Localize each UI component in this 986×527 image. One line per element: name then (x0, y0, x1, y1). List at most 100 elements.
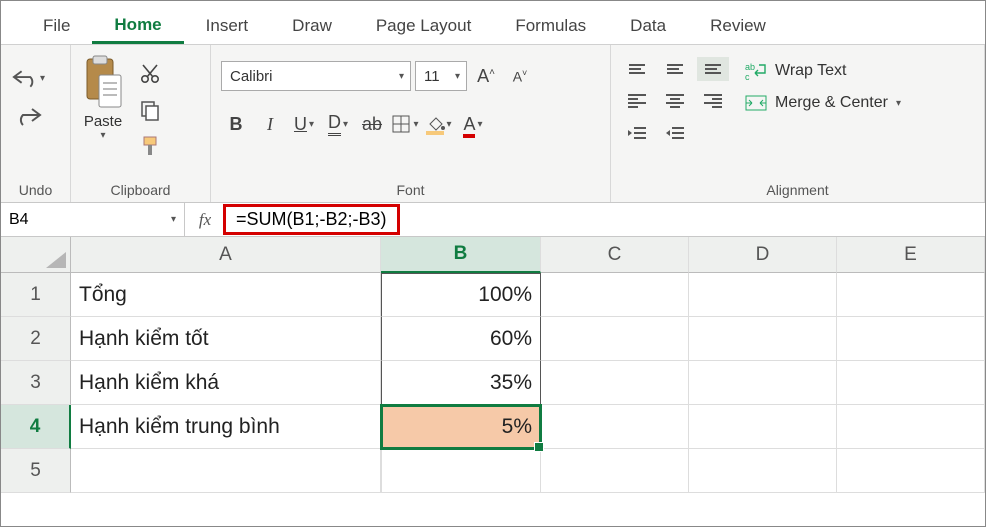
underline-icon: U (294, 114, 307, 135)
strikethrough-icon: ab (362, 114, 382, 135)
format-painter-button[interactable] (133, 131, 167, 161)
row-header-4[interactable]: 4 (1, 405, 71, 449)
font-name-value: Calibri (230, 68, 273, 85)
chevron-down-icon: ▾ (171, 214, 176, 225)
cell-B4[interactable]: 5% (381, 405, 541, 449)
cell-B1[interactable]: 100% (381, 273, 541, 317)
col-header-B[interactable]: B (381, 237, 541, 273)
cell-C4[interactable] (541, 405, 689, 449)
cell-A1[interactable]: Tổng (71, 273, 381, 317)
align-top-icon (629, 64, 645, 74)
strikethrough-button[interactable]: ab (357, 109, 387, 139)
chevron-down-icon[interactable]: ▾ (100, 130, 105, 141)
tab-formulas[interactable]: Formulas (493, 6, 608, 44)
row-header-2[interactable]: 2 (1, 317, 71, 361)
fill-color-button[interactable]: ▾ (425, 109, 455, 139)
undo-button[interactable]: ▾ (11, 63, 45, 93)
bold-button[interactable]: B (221, 109, 251, 139)
copy-button[interactable] (133, 95, 167, 125)
cell-A4[interactable]: Hạnh kiểm trung bình (71, 405, 381, 449)
underline-button[interactable]: U▾ (289, 109, 319, 139)
svg-text:c: c (745, 72, 750, 81)
cell-D4[interactable] (689, 405, 837, 449)
cell-A5[interactable] (71, 449, 381, 493)
tab-draw[interactable]: Draw (270, 6, 354, 44)
increase-font-button[interactable]: A˄ (471, 61, 501, 91)
decrease-indent-button[interactable] (621, 121, 653, 145)
col-header-C[interactable]: C (541, 237, 689, 273)
col-header-E[interactable]: E (837, 237, 985, 273)
font-name-combo[interactable]: Calibri ▾ (221, 61, 411, 91)
name-box[interactable]: B4 ▾ (1, 203, 185, 236)
cell-D3[interactable] (689, 361, 837, 405)
cell-A3[interactable]: Hạnh kiểm khá (71, 361, 381, 405)
svg-text:ab: ab (745, 62, 755, 72)
cell-C5[interactable] (541, 449, 689, 493)
row-header-5[interactable]: 5 (1, 449, 71, 493)
paste-button[interactable]: Paste ▾ (81, 51, 125, 141)
wrap-text-label: Wrap Text (775, 62, 846, 80)
group-label-alignment: Alignment (621, 178, 974, 200)
group-label-undo: Undo (11, 178, 60, 200)
borders-icon (391, 114, 411, 134)
cut-button[interactable] (133, 59, 167, 89)
cell-E2[interactable] (837, 317, 985, 361)
font-size-combo[interactable]: 11 ▾ (415, 61, 467, 91)
align-center-button[interactable] (659, 89, 691, 113)
cell-E4[interactable] (837, 405, 985, 449)
align-middle-button[interactable] (659, 57, 691, 81)
cell-C3[interactable] (541, 361, 689, 405)
font-color-button[interactable]: A ▾ (459, 109, 489, 139)
scissors-icon (139, 63, 161, 85)
cell-E3[interactable] (837, 361, 985, 405)
align-bottom-button[interactable] (697, 57, 729, 81)
row-header-3[interactable]: 3 (1, 361, 71, 405)
decrease-font-button[interactable]: A˅ (505, 61, 535, 91)
merge-center-icon (745, 93, 767, 113)
align-middle-icon (667, 64, 683, 74)
cell-E5[interactable] (837, 449, 985, 493)
tab-data[interactable]: Data (608, 6, 688, 44)
align-top-button[interactable] (621, 57, 653, 81)
col-header-A[interactable]: A (71, 237, 381, 273)
clipboard-paste-icon (81, 55, 125, 111)
formula-bar[interactable]: =SUM(B1;-B2;-B3) (225, 203, 985, 236)
increase-indent-button[interactable] (659, 121, 691, 145)
formula-bar-content: =SUM(B1;-B2;-B3) (223, 204, 400, 235)
increase-indent-icon (664, 124, 686, 142)
cell-D1[interactable] (689, 273, 837, 317)
cell-C1[interactable] (541, 273, 689, 317)
cell-A2[interactable]: Hạnh kiểm tốt (71, 317, 381, 361)
double-underline-button[interactable]: D▾ (323, 109, 353, 139)
chevron-down-icon: ▾ (449, 71, 460, 82)
row-header-1[interactable]: 1 (1, 273, 71, 317)
italic-button[interactable]: I (255, 109, 285, 139)
tab-review[interactable]: Review (688, 6, 788, 44)
redo-button[interactable] (11, 101, 45, 131)
align-right-button[interactable] (697, 89, 729, 113)
formula-bar-row: B4 ▾ fx =SUM(B1;-B2;-B3) (1, 203, 985, 237)
tab-home[interactable]: Home (92, 5, 183, 44)
select-all-corner[interactable] (1, 237, 71, 273)
col-header-D[interactable]: D (689, 237, 837, 273)
cell-B3[interactable]: 35% (381, 361, 541, 405)
tab-insert[interactable]: Insert (184, 6, 271, 44)
cell-C2[interactable] (541, 317, 689, 361)
borders-button[interactable]: ▾ (391, 109, 421, 139)
wrap-text-icon: abc (745, 61, 767, 81)
insert-function-button[interactable]: fx (185, 210, 225, 230)
paintbrush-icon (139, 135, 161, 157)
tab-page-layout[interactable]: Page Layout (354, 6, 493, 44)
align-bottom-icon (705, 64, 721, 74)
italic-icon: I (267, 114, 273, 135)
merge-center-button[interactable]: Merge & Center ▾ (745, 93, 901, 113)
align-left-button[interactable] (621, 89, 653, 113)
group-label-font: Font (221, 178, 600, 200)
cell-B5[interactable] (381, 449, 541, 493)
wrap-text-button[interactable]: abc Wrap Text (745, 61, 901, 81)
cell-D5[interactable] (689, 449, 837, 493)
cell-D2[interactable] (689, 317, 837, 361)
cell-E1[interactable] (837, 273, 985, 317)
cell-B2[interactable]: 60% (381, 317, 541, 361)
tab-file[interactable]: File (21, 6, 92, 44)
